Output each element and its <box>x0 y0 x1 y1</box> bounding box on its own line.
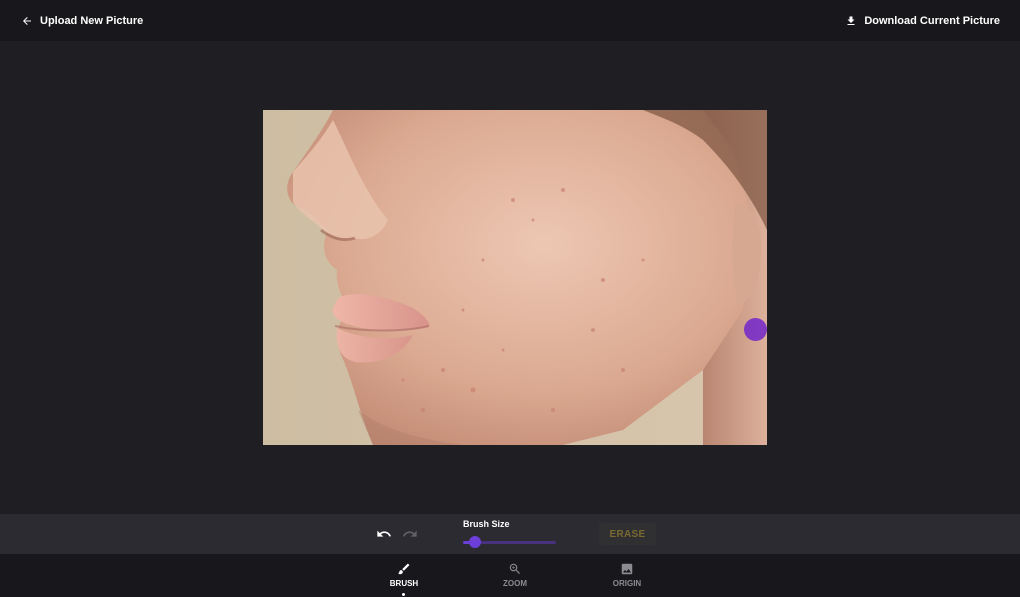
nav-item-brush[interactable]: BRUSH <box>374 562 434 588</box>
upload-label: Upload New Picture <box>40 14 144 27</box>
image-icon <box>619 562 635 576</box>
undo-icon <box>376 529 392 546</box>
active-indicator <box>402 593 405 596</box>
brush-icon <box>397 562 411 576</box>
brush-cursor <box>744 318 767 341</box>
upload-new-picture-button[interactable]: Upload New Picture <box>21 15 143 27</box>
brush-toolbar: Brush Size ERASE <box>0 514 1020 554</box>
redo-button[interactable] <box>402 526 420 542</box>
download-current-picture-button[interactable]: Download Current Picture <box>845 15 1000 27</box>
face-photo <box>263 110 767 445</box>
nav-item-zoom[interactable]: ZOOM <box>485 562 545 588</box>
nav-item-label: ZOOM <box>503 579 527 588</box>
nav-item-label: ORIGIN <box>612 579 642 588</box>
nav-item-origin[interactable]: ORIGIN <box>597 562 657 588</box>
erase-button[interactable]: ERASE <box>599 523 656 545</box>
nav-item-label: BRUSH <box>389 579 419 588</box>
bottom-navigation: BRUSH ZOOM ORIGIN <box>0 554 1020 597</box>
download-icon <box>845 15 857 27</box>
arrow-left-icon <box>21 15 33 27</box>
edit-photo-canvas[interactable] <box>263 110 767 445</box>
top-bar: Upload New Picture Download Current Pict… <box>0 0 1020 41</box>
download-label: Download Current Picture <box>864 14 1000 27</box>
brush-size-label: Brush Size <box>463 519 510 529</box>
redo-icon <box>402 529 418 546</box>
brush-size-slider[interactable] <box>463 536 556 548</box>
slider-thumb[interactable] <box>469 536 482 548</box>
undo-button[interactable] <box>376 526 394 542</box>
editor-canvas-area <box>0 41 1020 514</box>
zoom-in-icon <box>508 562 522 576</box>
